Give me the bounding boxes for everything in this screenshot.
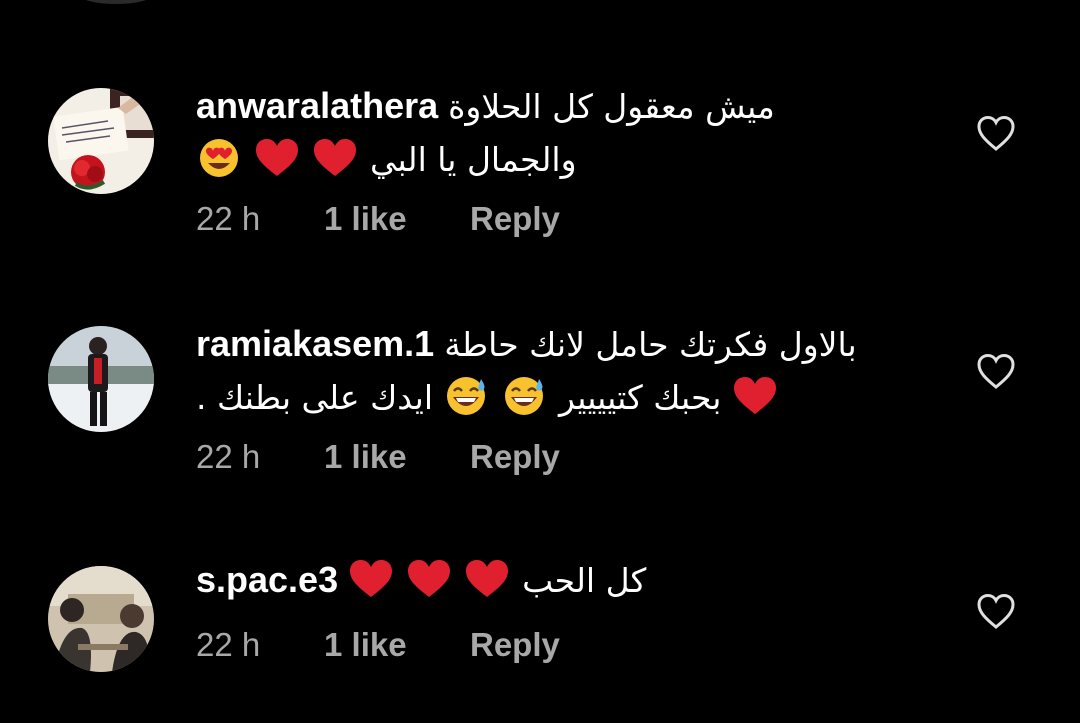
emoji-heart xyxy=(722,376,780,417)
comment-message-line2: والجمال يا البي xyxy=(370,140,577,179)
emoji-heart xyxy=(406,559,464,600)
comment-username[interactable]: anwaralathera xyxy=(196,85,438,126)
reply-button[interactable]: Reply xyxy=(470,200,560,238)
emoji-heart xyxy=(464,559,522,600)
emoji-sweat-smile xyxy=(491,376,549,417)
emoji-heart xyxy=(254,138,312,179)
comment-message: بالاول فكرتك حامل لانك حاطة xyxy=(444,325,857,364)
emoji-heart xyxy=(312,138,370,179)
emoji-sweat-smile xyxy=(433,376,491,417)
comment-message-line2a: ايدك على بطنك xyxy=(216,378,433,417)
like-heart-icon[interactable] xyxy=(976,352,1016,392)
avatar[interactable] xyxy=(48,88,154,194)
emoji-heart-eyes xyxy=(196,138,254,179)
comment-username[interactable]: s.pac.e3 xyxy=(196,559,338,600)
comment-likes-count[interactable]: 1 like xyxy=(324,200,470,238)
comment-message: كل الحب xyxy=(522,561,647,600)
comment-time: 22 h xyxy=(196,438,261,475)
comment-item: ramiakasem.1 بالاول فكرتك حامل لانك حاطة… xyxy=(0,238,1080,475)
comment-time: 22 h xyxy=(196,200,261,237)
avatar[interactable] xyxy=(48,326,154,432)
comment-likes-count[interactable]: 1 like xyxy=(324,438,470,476)
comment-meta: 22 h 1 like Reply xyxy=(196,200,560,238)
avatar[interactable] xyxy=(48,566,154,672)
comment-username[interactable]: ramiakasem.1 xyxy=(196,323,434,364)
comment-text: ramiakasem.1 بالاول فكرتك حامل لانك حاطة… xyxy=(196,318,936,424)
comment-time: 22 h xyxy=(196,626,261,663)
comment-text: anwaralathera ميش معقول كل الحلاوة والجم… xyxy=(196,80,936,186)
comment-item: anwaralathera ميش معقول كل الحلاوة والجم… xyxy=(0,0,1080,237)
comment-message: ميش معقول كل الحلاوة xyxy=(448,87,775,126)
reply-button[interactable]: Reply xyxy=(470,438,560,476)
like-heart-icon[interactable] xyxy=(976,592,1016,632)
comment-item: s.pac.e3 كل الحب 22 h 1 like Reply xyxy=(0,476,1080,676)
comment-likes-count[interactable]: 1 like xyxy=(324,626,470,664)
comment-text: s.pac.e3 كل الحب xyxy=(196,554,936,607)
reply-button[interactable]: Reply xyxy=(470,626,560,664)
comment-meta: 22 h 1 like Reply xyxy=(196,438,560,476)
emoji-heart xyxy=(348,559,406,600)
comment-meta: 22 h 1 like Reply xyxy=(196,626,560,664)
like-heart-icon[interactable] xyxy=(976,114,1016,154)
